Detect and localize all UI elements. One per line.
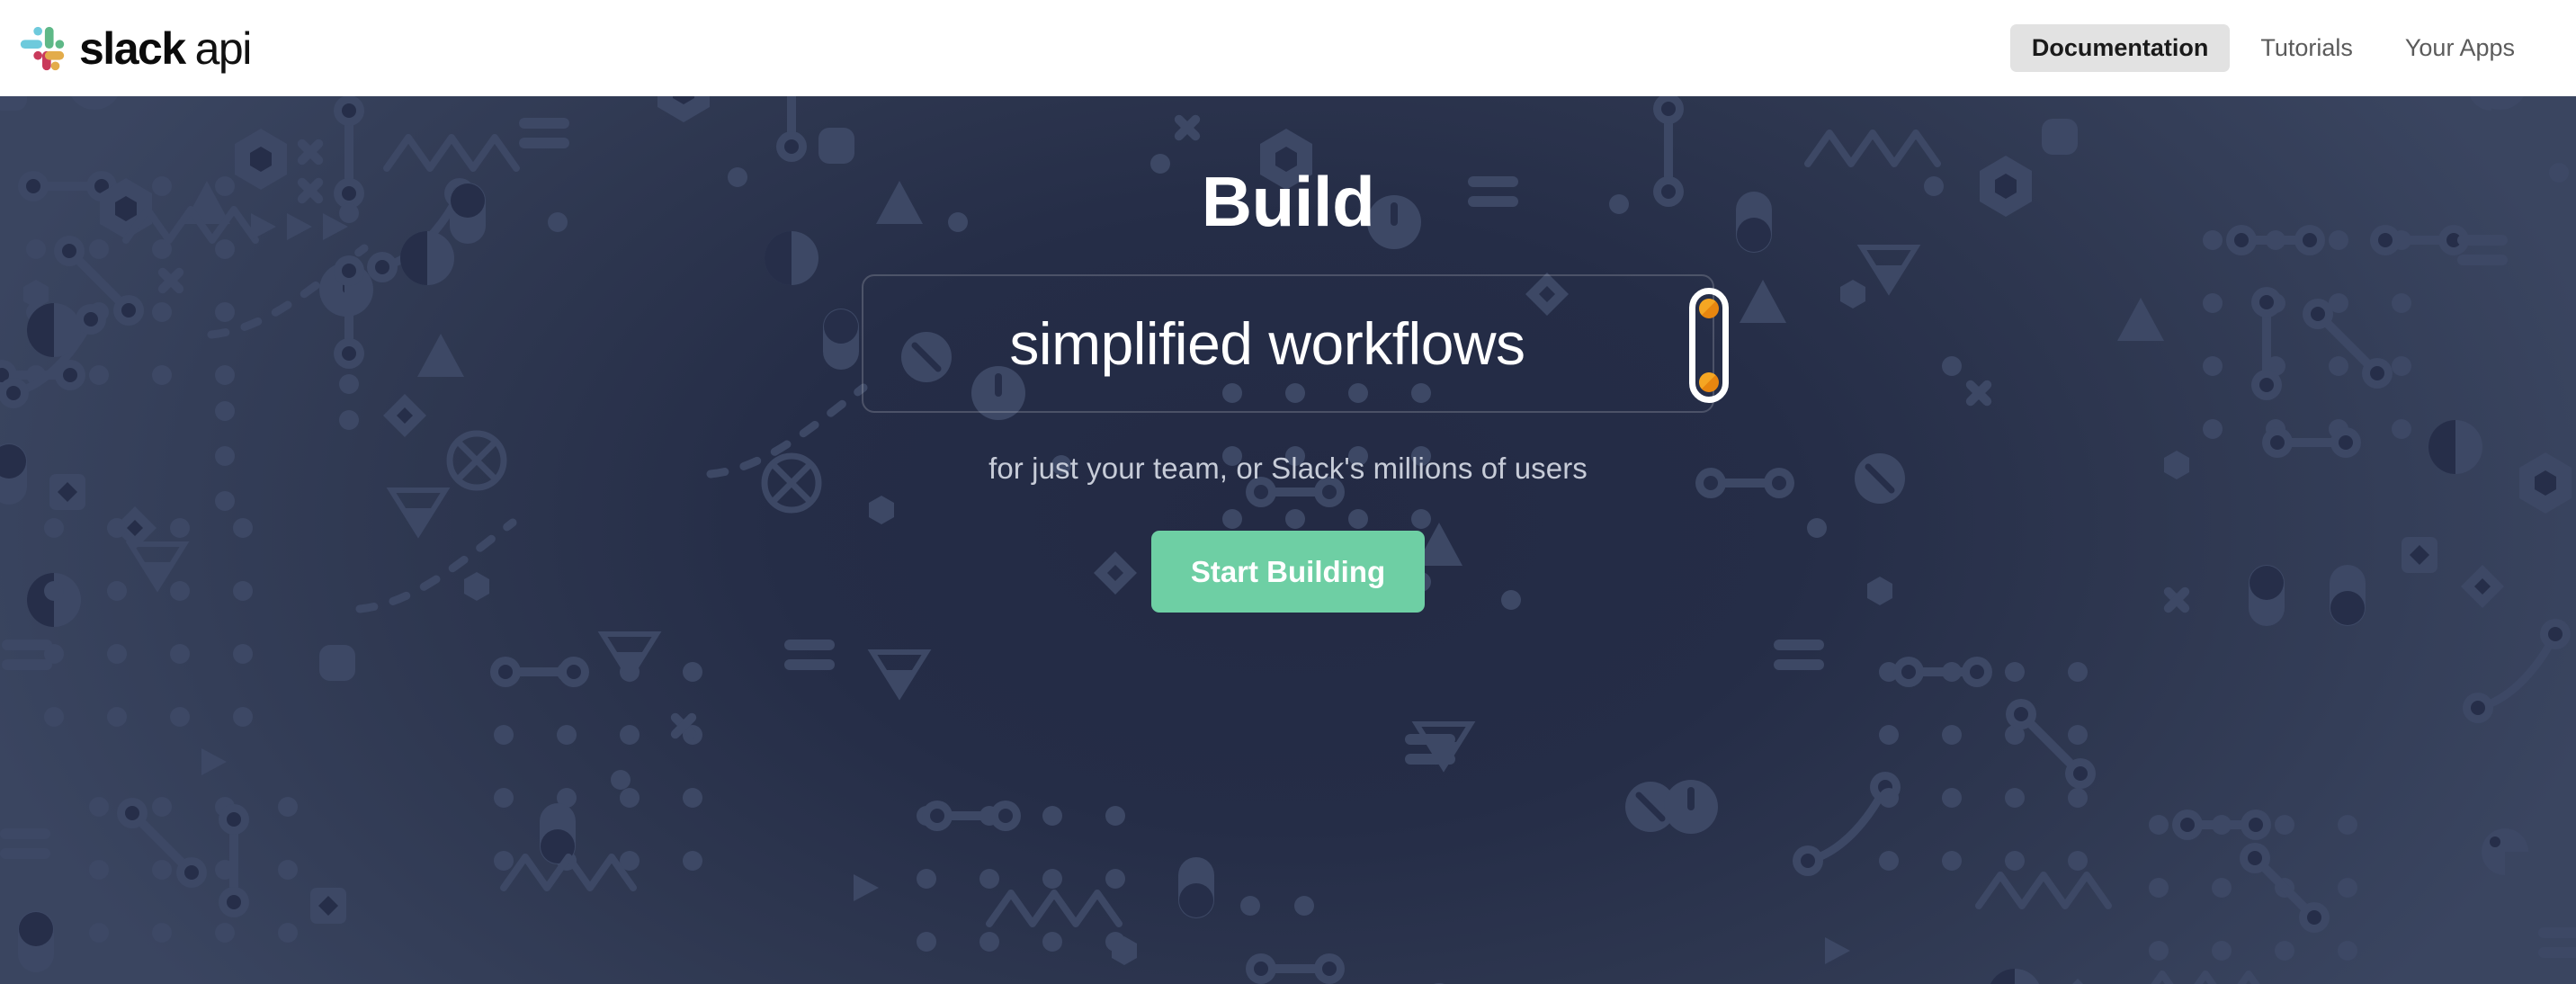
nav-item-documentation[interactable]: Documentation bbox=[2009, 24, 2231, 72]
nav-item-your-apps[interactable]: Your Apps bbox=[2384, 24, 2536, 72]
brand-wordmark: slack api bbox=[79, 22, 253, 74]
page-title: Build bbox=[1201, 162, 1375, 241]
rotating-phrase-container: simplified workflows bbox=[862, 274, 1729, 413]
nav-item-tutorials[interactable]: Tutorials bbox=[2239, 24, 2375, 72]
slack-api-logo-link[interactable]: slack api bbox=[16, 22, 253, 75]
rotator-slot-indicator[interactable] bbox=[1689, 288, 1729, 403]
hero-content: Build simplified workflows for just your… bbox=[0, 96, 2576, 984]
slack-logo-icon bbox=[20, 26, 65, 70]
brand-slack-text: slack bbox=[79, 22, 186, 74]
start-building-button[interactable]: Start Building bbox=[1150, 531, 1426, 613]
main-navigation: Documentation Tutorials Your Apps bbox=[2009, 24, 2536, 72]
rotator-dot-top bbox=[1699, 299, 1719, 318]
rotating-phrase-text: simplified workflows bbox=[1009, 310, 1525, 377]
site-header: slack api Documentation Tutorials Your A… bbox=[0, 0, 2576, 96]
brand-api-text: api bbox=[194, 22, 253, 74]
rotator-dot-bottom bbox=[1699, 372, 1719, 392]
hero-section: Build simplified workflows for just your… bbox=[0, 96, 2576, 984]
hero-subtitle: for just your team, or Slack's millions … bbox=[988, 452, 1588, 485]
